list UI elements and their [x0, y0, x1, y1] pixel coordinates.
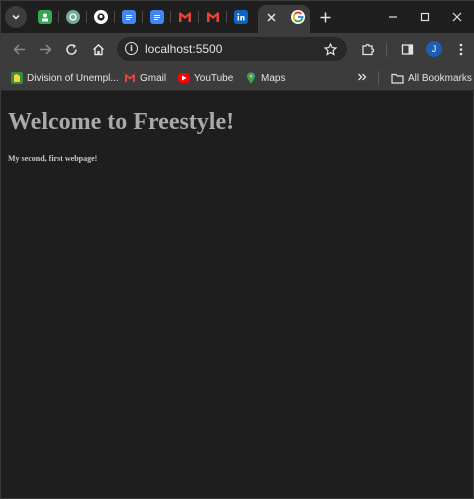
tab-separator — [86, 11, 87, 23]
bookmark-label: Maps — [261, 72, 286, 84]
new-tab-button[interactable] — [315, 7, 335, 27]
page-title: Welcome to Freestyle! — [8, 109, 235, 135]
profile-favicon-icon — [38, 10, 52, 24]
gmail-favicon-icon — [124, 72, 136, 84]
site-info-icon[interactable]: i — [125, 42, 138, 55]
github-favicon-icon — [94, 10, 108, 24]
linkedin-favicon-icon — [234, 10, 248, 24]
gmail-favicon-icon — [206, 10, 220, 24]
forward-button[interactable] — [34, 38, 56, 60]
tab-separator — [198, 11, 199, 23]
bookmark-gmail[interactable]: Gmail — [124, 70, 166, 86]
arrow-left-icon — [12, 43, 25, 55]
bookmark-star-button[interactable] — [321, 40, 339, 58]
tab-search-button[interactable] — [5, 6, 27, 28]
google-docs-favicon-icon — [150, 10, 164, 24]
close-icon — [266, 12, 276, 22]
tab-google-docs-1[interactable] — [119, 7, 139, 27]
tab-profile[interactable] — [35, 7, 55, 27]
folder-icon — [391, 73, 404, 84]
youtube-favicon-icon — [178, 73, 190, 83]
maps-favicon-icon — [245, 72, 257, 84]
tab-separator — [226, 11, 227, 23]
close-tab-button[interactable] — [263, 9, 279, 25]
side-panel-icon — [401, 43, 413, 55]
tab-separator — [170, 11, 171, 23]
side-panel-button[interactable] — [396, 38, 418, 60]
tab-github[interactable] — [91, 7, 111, 27]
chevron-down-icon — [12, 14, 20, 20]
google-favicon-icon — [291, 10, 305, 24]
bookmark-division-of-unemployment[interactable]: Division of Unempl... — [11, 70, 119, 86]
bookmark-maps[interactable]: Maps — [245, 70, 285, 86]
page-subtitle: My second, first webpage! — [8, 154, 98, 163]
maximize-button[interactable] — [413, 7, 437, 27]
reload-icon — [65, 43, 77, 55]
all-bookmarks-label: All Bookmarks — [408, 72, 472, 84]
puzzle-icon — [362, 43, 375, 56]
tab-google-docs-2[interactable] — [147, 7, 167, 27]
unemployment-favicon-icon — [11, 72, 23, 84]
more-bookmarks-button[interactable] — [355, 69, 369, 85]
tab-linkedin[interactable] — [231, 7, 251, 27]
home-button[interactable] — [87, 38, 109, 60]
reload-button[interactable] — [60, 38, 82, 60]
close-window-button[interactable] — [445, 7, 469, 27]
profile-avatar[interactable]: J — [426, 41, 442, 57]
gmail-favicon-icon — [178, 10, 192, 24]
plus-icon — [320, 12, 330, 22]
tab-strip — [1, 1, 474, 33]
chatgpt-favicon-icon — [66, 10, 80, 24]
back-button[interactable] — [8, 38, 30, 60]
arrow-right-icon — [39, 43, 52, 55]
bookmark-label: Division of Unempl... — [27, 72, 119, 84]
tab-chatgpt[interactable] — [63, 7, 83, 27]
tab-gmail-2[interactable] — [203, 7, 223, 27]
url-text[interactable]: localhost:5500 — [145, 42, 222, 56]
tab-separator — [58, 11, 59, 23]
browser-window: i localhost:5500 J Division of Unempl... — [0, 0, 474, 499]
tab-separator — [114, 11, 115, 23]
tab-gmail-1[interactable] — [175, 7, 195, 27]
minimize-button[interactable] — [381, 7, 405, 27]
tab-google[interactable] — [288, 7, 308, 27]
close-icon — [452, 12, 462, 22]
browser-menu-button[interactable] — [450, 38, 472, 60]
maximize-icon — [420, 12, 430, 22]
bookmarks-bar: Division of Unempl... Gmail YouTube Maps — [1, 65, 474, 91]
bookmark-label: YouTube — [194, 72, 234, 84]
google-docs-favicon-icon — [122, 10, 136, 24]
toolbar-separator — [386, 43, 387, 57]
address-bar[interactable]: i localhost:5500 — [117, 37, 347, 61]
home-icon — [92, 43, 104, 55]
all-bookmarks-button[interactable]: All Bookmarks — [391, 70, 472, 86]
bookmarks-separator — [378, 71, 379, 85]
bookmark-youtube[interactable]: YouTube — [178, 70, 233, 86]
minimize-icon — [389, 16, 397, 18]
more-vertical-icon — [459, 43, 463, 55]
page-viewport: Welcome to Freestyle! My second, first w… — [1, 92, 473, 498]
extensions-button[interactable] — [357, 38, 379, 60]
bookmark-label: Gmail — [140, 72, 167, 84]
browser-toolbar: i localhost:5500 J — [1, 33, 474, 65]
star-icon — [323, 42, 337, 56]
chevron-double-right-icon — [358, 73, 367, 81]
tab-separator — [142, 11, 143, 23]
